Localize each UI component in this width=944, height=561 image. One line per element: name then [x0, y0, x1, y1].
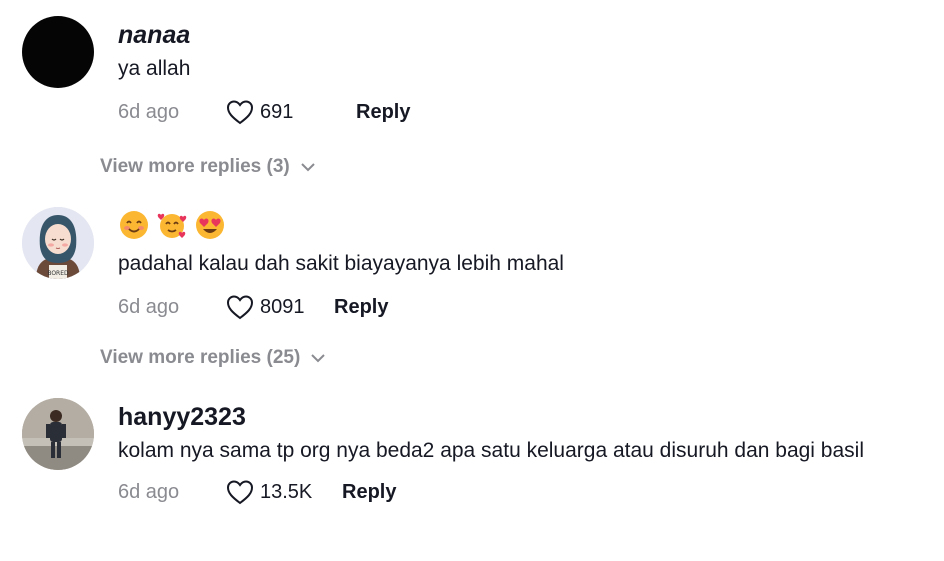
- reply-button[interactable]: Reply: [356, 101, 410, 124]
- comment-time: 6d ago: [118, 100, 180, 123]
- chevron-down-icon: [301, 163, 315, 172]
- child-photo-avatar: [22, 398, 94, 470]
- comment-text: ya allah: [118, 57, 191, 80]
- avatar[interactable]: BORED: [22, 207, 94, 279]
- heart-eyes-emoji-icon: [196, 211, 224, 239]
- view-more-replies[interactable]: View more replies (3): [100, 156, 316, 178]
- comment-username[interactable]: hanyy2323: [118, 402, 920, 432]
- comment-username[interactable]: nanaa: [118, 20, 920, 50]
- avatar[interactable]: [22, 16, 94, 88]
- like-button[interactable]: 691: [226, 99, 320, 125]
- comment-time: 6d ago: [118, 295, 180, 318]
- comment-meta: 6d ago 13.5K Reply: [118, 477, 920, 507]
- face-with-hearts-emoji-icon: [157, 213, 187, 238]
- comment-body: nanaa ya allah 6d ago 691 Reply: [118, 20, 920, 127]
- like-count: 691: [260, 100, 294, 123]
- view-more-label: View more replies (25): [100, 347, 301, 368]
- chevron-down-icon: [311, 354, 326, 363]
- comment-text: padahal kalau dah sakit biayayanya lebih…: [118, 252, 564, 275]
- comment-body: padahal kalau dah sakit biayayanya lebih…: [118, 207, 920, 322]
- svg-text:BORED: BORED: [47, 270, 69, 277]
- smiling-face-emoji-icon: [120, 211, 148, 239]
- view-more-replies[interactable]: View more replies (25): [100, 347, 326, 369]
- comment-time: 6d ago: [118, 480, 180, 503]
- view-more-label: View more replies (3): [100, 156, 290, 177]
- avatar[interactable]: [22, 398, 94, 470]
- reply-button[interactable]: Reply: [342, 481, 396, 504]
- like-button[interactable]: 8091: [226, 294, 320, 320]
- comment-text: kolam nya sama tp org nya beda2 apa satu…: [118, 439, 864, 462]
- comment-meta: 6d ago 8091 Reply: [118, 292, 920, 322]
- heart-icon: [226, 480, 254, 505]
- emoji-row: [118, 207, 920, 243]
- comment-meta: 6d ago 691 Reply: [118, 97, 920, 127]
- comment-body: hanyy2323 kolam nya sama tp org nya beda…: [118, 402, 920, 507]
- like-count: 8091: [260, 295, 305, 318]
- hijab-girl-avatar-illustration: BORED: [22, 207, 94, 279]
- like-button[interactable]: 13.5K: [226, 479, 320, 505]
- heart-icon: [226, 295, 254, 320]
- reply-button[interactable]: Reply: [334, 296, 388, 319]
- heart-icon: [226, 100, 254, 125]
- like-count: 13.5K: [260, 480, 313, 503]
